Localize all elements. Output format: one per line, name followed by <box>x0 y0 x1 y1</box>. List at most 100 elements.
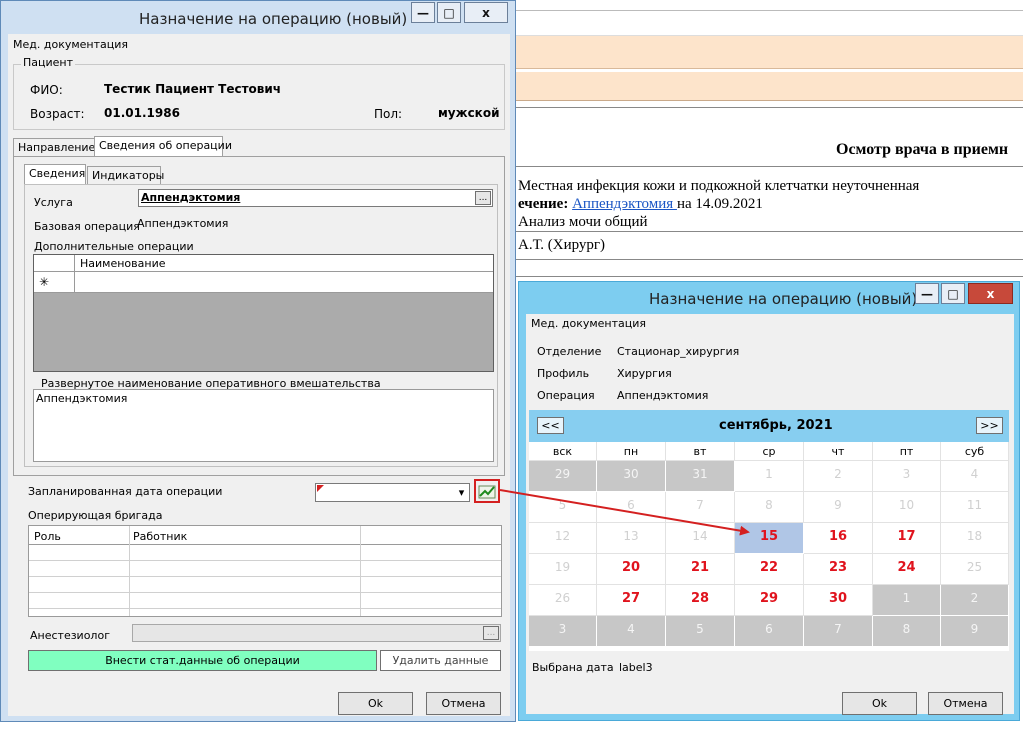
calendar-day[interactable]: 3 <box>529 616 597 647</box>
calendar-day[interactable]: 21 <box>666 554 735 585</box>
calendar-day[interactable]: 3 <box>873 461 941 492</box>
grid-new-row[interactable] <box>34 272 493 293</box>
planned-date-picker[interactable]: ▾ <box>315 483 470 502</box>
tab-operation-info[interactable]: Сведения об операции <box>94 136 232 157</box>
calendar-day[interactable]: 8 <box>873 616 941 647</box>
maximize-button[interactable]: □ <box>437 2 461 23</box>
calendar-day[interactable]: 5 <box>666 616 735 647</box>
calendar-day[interactable]: 6 <box>735 616 804 647</box>
close-button[interactable]: x <box>968 283 1013 304</box>
calendar-day[interactable]: 28 <box>666 585 735 616</box>
title-bar[interactable]: Назначение на операцию (новый) — □ x <box>1 1 515 33</box>
calendar-day[interactable]: 30 <box>804 585 873 616</box>
tab-direction[interactable]: Направление <box>13 138 95 157</box>
planned-date-label: Запланированная дата операции <box>28 485 223 498</box>
calendar-day[interactable]: 25 <box>941 554 1009 585</box>
calendar-day[interactable]: 7 <box>804 616 873 647</box>
team-label: Оперирующая бригада <box>28 509 163 522</box>
calendar-day[interactable]: 23 <box>804 554 873 585</box>
document-link[interactable]: Аппендэктомия <box>572 196 677 212</box>
maximize-button[interactable]: □ <box>941 283 965 304</box>
cancel-button[interactable]: Отмена <box>928 692 1003 715</box>
document-heading: Осмотр врача в приемн <box>836 141 1009 158</box>
weekday-header: вт <box>666 442 735 461</box>
service-value: Аппендэктомия <box>141 191 241 204</box>
ok-button[interactable]: Ok <box>842 692 917 715</box>
grid-row-line <box>29 576 501 577</box>
calendar-day[interactable]: 7 <box>666 492 735 523</box>
service-field[interactable]: Аппендэктомия ... <box>138 189 493 207</box>
calendar-day[interactable]: 1 <box>735 461 804 492</box>
document-line-label: ечение: <box>518 196 573 212</box>
grid-row-line <box>29 560 501 561</box>
grid-header-line <box>29 544 501 545</box>
weekday-header: чт <box>804 442 873 461</box>
calendar-day[interactable]: 13 <box>597 523 666 554</box>
prev-month-button[interactable]: << <box>537 417 564 434</box>
calendar-day[interactable]: 12 <box>529 523 597 554</box>
calendar-day[interactable]: 9 <box>941 616 1009 647</box>
chevron-down-icon[interactable]: ▾ <box>455 485 468 500</box>
calendar-day[interactable]: 27 <box>597 585 666 616</box>
close-button[interactable]: x <box>464 2 508 23</box>
calendar-day[interactable]: 22 <box>735 554 804 585</box>
calendar-day[interactable]: 29 <box>529 461 597 492</box>
delete-data-button[interactable]: Удалить данные <box>380 650 501 671</box>
full-name-textarea[interactable]: Аппендэктомия <box>33 389 494 462</box>
calendar-day[interactable]: 18 <box>941 523 1009 554</box>
extra-operations-grid[interactable]: Наименование ✳ <box>33 254 494 372</box>
calendar-day[interactable]: 5 <box>529 492 597 523</box>
menu-med-documentation[interactable]: Мед. документация <box>531 317 646 330</box>
divider <box>516 107 1023 108</box>
calendar-day[interactable]: 24 <box>873 554 941 585</box>
ok-button[interactable]: Ok <box>338 692 413 715</box>
window-title: Назначение на операцию (новый) <box>649 290 918 308</box>
calendar-day[interactable]: 4 <box>941 461 1009 492</box>
base-operation-value: Аппендэктомия <box>137 217 229 230</box>
calendar-day[interactable]: 9 <box>804 492 873 523</box>
calendar-day[interactable]: 14 <box>666 523 735 554</box>
divider <box>516 166 1023 167</box>
cancel-button[interactable]: Отмена <box>426 692 501 715</box>
title-bar[interactable]: Назначение на операцию (новый) — □ x <box>519 282 1019 314</box>
calendar-day[interactable]: 10 <box>873 492 941 523</box>
divider <box>516 259 1023 260</box>
calendar-day[interactable]: 1 <box>873 585 941 616</box>
calendar-day[interactable]: 31 <box>666 461 735 492</box>
operation-value: Аппендэктомия <box>617 389 709 402</box>
calendar-day-selected[interactable]: 15 <box>735 523 804 554</box>
subtab-details[interactable]: Сведения <box>24 164 86 184</box>
calendar-day[interactable]: 29 <box>735 585 804 616</box>
calendar-day[interactable]: 6 <box>597 492 666 523</box>
service-browse-button[interactable]: ... <box>475 191 491 205</box>
calendar-day[interactable]: 8 <box>735 492 804 523</box>
calendar-day[interactable]: 4 <box>597 616 666 647</box>
menu-med-documentation[interactable]: Мед. документация <box>13 38 128 51</box>
anesthesiologist-browse-button[interactable]: ... <box>483 626 499 640</box>
minimize-button[interactable]: — <box>915 283 939 304</box>
calendar-day[interactable]: 17 <box>873 523 941 554</box>
calendar-day[interactable]: 19 <box>529 554 597 585</box>
divider <box>516 276 1023 277</box>
operation-order-window: Назначение на операцию (новый) — □ x Мед… <box>0 0 516 722</box>
next-month-button[interactable]: >> <box>976 417 1003 434</box>
patient-birthdate: 01.01.1986 <box>104 106 180 120</box>
team-grid[interactable]: Роль Работник <box>28 525 502 617</box>
calendar-day[interactable]: 26 <box>529 585 597 616</box>
profile-value: Хирургия <box>617 367 672 380</box>
calendar-day[interactable]: 11 <box>941 492 1009 523</box>
window-title: Назначение на операцию (новый) <box>139 10 408 28</box>
calendar-day[interactable]: 20 <box>597 554 666 585</box>
calendar-day[interactable]: 30 <box>597 461 666 492</box>
minimize-button[interactable]: — <box>411 2 435 23</box>
enter-stat-data-button[interactable]: Внести стат.данные об операции <box>28 650 377 671</box>
calendar-open-button[interactable] <box>474 479 500 503</box>
window-client: Мед. документация Отделение Стационар_хи… <box>526 314 1014 715</box>
document-line: ечение: Аппендэктомия на 14.09.2021 <box>518 196 763 213</box>
weekday-header: пн <box>597 442 666 461</box>
calendar-day[interactable]: 2 <box>941 585 1009 616</box>
document-line: А.Т. (Хирург) <box>518 237 606 253</box>
calendar-day[interactable]: 2 <box>804 461 873 492</box>
subtab-indicators[interactable]: Индикаторы <box>87 166 164 185</box>
calendar-day[interactable]: 16 <box>804 523 873 554</box>
